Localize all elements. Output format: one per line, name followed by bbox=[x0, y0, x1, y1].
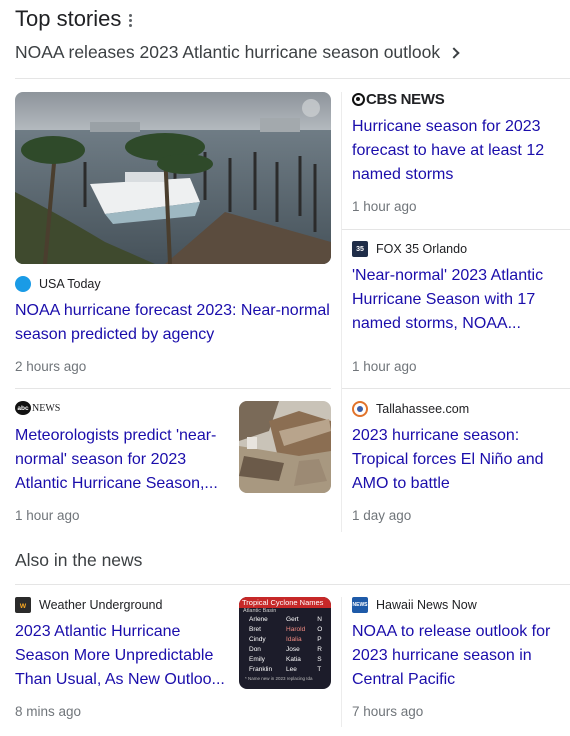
name-cell: R bbox=[317, 646, 322, 653]
topic-label: NOAA releases 2023 Atlantic hurricane se… bbox=[15, 42, 441, 62]
name-cell: T bbox=[317, 666, 322, 673]
story-headline[interactable]: Hurricane season for 2023 forecast to ha… bbox=[352, 115, 562, 187]
column-divider bbox=[341, 92, 342, 532]
name-cell: Emily bbox=[249, 656, 265, 663]
name-cell: Jose bbox=[286, 646, 300, 653]
cbs-eye-logo-icon bbox=[352, 93, 365, 106]
story-time: 2 hours ago bbox=[15, 359, 87, 374]
story-time: 1 day ago bbox=[352, 508, 412, 523]
story-source: CBS NEWS bbox=[352, 91, 445, 108]
name-cell: Bret bbox=[249, 626, 261, 633]
divider bbox=[15, 388, 331, 389]
source-name: CBS NEWS bbox=[366, 91, 445, 108]
story-time: 1 hour ago bbox=[352, 199, 417, 214]
name-cell: Don bbox=[249, 646, 261, 653]
source-name: USA Today bbox=[39, 277, 101, 291]
source-name: Weather Underground bbox=[39, 598, 163, 612]
divider bbox=[342, 388, 570, 389]
story-image-marina[interactable] bbox=[15, 92, 331, 264]
name-cell: Lee bbox=[286, 666, 297, 673]
abc-logo-icon: abc bbox=[15, 401, 31, 415]
names-column-3: N O P R S T bbox=[317, 615, 327, 675]
also-in-the-news-heading: Also in the news bbox=[15, 550, 143, 570]
story-time: 1 hour ago bbox=[15, 508, 80, 523]
names-table-footnote: * Name new in 2023 replacing Ida bbox=[245, 676, 313, 681]
more-options-icon[interactable] bbox=[129, 13, 133, 27]
name-cell: Cindy bbox=[249, 636, 266, 643]
story-image-cyclone-names[interactable]: Tropical Cyclone Names Atlantic Basin Ar… bbox=[239, 597, 331, 689]
names-column-2: Gert Harold Idalia Jose Katia Lee bbox=[286, 615, 317, 675]
name-cell: Katia bbox=[286, 656, 301, 663]
name-cell: S bbox=[317, 656, 322, 663]
source-name: FOX 35 Orlando bbox=[376, 242, 468, 256]
story-image-collapsed-house[interactable] bbox=[239, 401, 331, 493]
story-time: 1 hour ago bbox=[352, 359, 417, 374]
story-headline[interactable]: Meteorologists predict 'near-normal' sea… bbox=[15, 424, 225, 496]
fox35-logo-icon: 35 bbox=[352, 241, 368, 257]
name-cell: Franklin bbox=[249, 666, 273, 673]
hawaii-news-now-logo-icon: NEWS bbox=[352, 597, 368, 613]
story-source: NEWS Hawaii News Now bbox=[352, 597, 477, 613]
divider bbox=[342, 229, 570, 230]
story-source: Tallahassee.com bbox=[352, 401, 469, 417]
story-source: USA Today bbox=[15, 276, 101, 292]
story-source: abc NEWS bbox=[15, 401, 60, 415]
story-headline[interactable]: 2023 hurricane season: Tropical forces E… bbox=[352, 424, 562, 496]
column-divider bbox=[341, 597, 342, 727]
source-name: Tallahassee.com bbox=[376, 402, 470, 416]
topic-link[interactable]: NOAA releases 2023 Atlantic hurricane se… bbox=[15, 42, 460, 63]
story-headline[interactable]: NOAA to release outlook for 2023 hurrica… bbox=[352, 620, 564, 692]
name-cell: Idalia bbox=[286, 636, 302, 643]
name-cell: P bbox=[317, 636, 322, 643]
name-cell: N bbox=[317, 616, 322, 623]
section-title: Top stories bbox=[15, 6, 122, 31]
chevron-right-icon bbox=[448, 46, 460, 59]
source-name: Hawaii News Now bbox=[376, 598, 477, 612]
tallahassee-logo-icon bbox=[352, 401, 368, 417]
usa-today-logo-icon bbox=[15, 276, 31, 292]
story-headline[interactable]: 2023 Atlantic Hurricane Season More Unpr… bbox=[15, 620, 227, 692]
divider bbox=[15, 78, 570, 79]
weather-underground-logo-icon: w bbox=[15, 597, 31, 613]
top-stories-header: Top stories bbox=[15, 6, 133, 32]
story-source: w Weather Underground bbox=[15, 597, 162, 613]
story-headline[interactable]: 'Near-normal' 2023 Atlantic Hurricane Se… bbox=[352, 264, 562, 336]
name-cell: Gert bbox=[286, 616, 299, 623]
names-column-1: Arlene Bret Cindy Don Emily Franklin bbox=[249, 615, 286, 675]
story-time: 8 mins ago bbox=[15, 704, 82, 719]
source-name: NEWS bbox=[32, 402, 61, 414]
story-time: 7 hours ago bbox=[352, 704, 424, 719]
divider bbox=[15, 584, 570, 585]
name-cell: Arlene bbox=[249, 616, 268, 623]
story-source: 35 FOX 35 Orlando bbox=[352, 241, 467, 257]
story-headline[interactable]: NOAA hurricane forecast 2023: Near-norma… bbox=[15, 299, 335, 347]
name-cell: Harold bbox=[286, 626, 306, 633]
names-table-title: Tropical Cyclone Names bbox=[239, 597, 331, 608]
name-cell: O bbox=[317, 626, 323, 633]
